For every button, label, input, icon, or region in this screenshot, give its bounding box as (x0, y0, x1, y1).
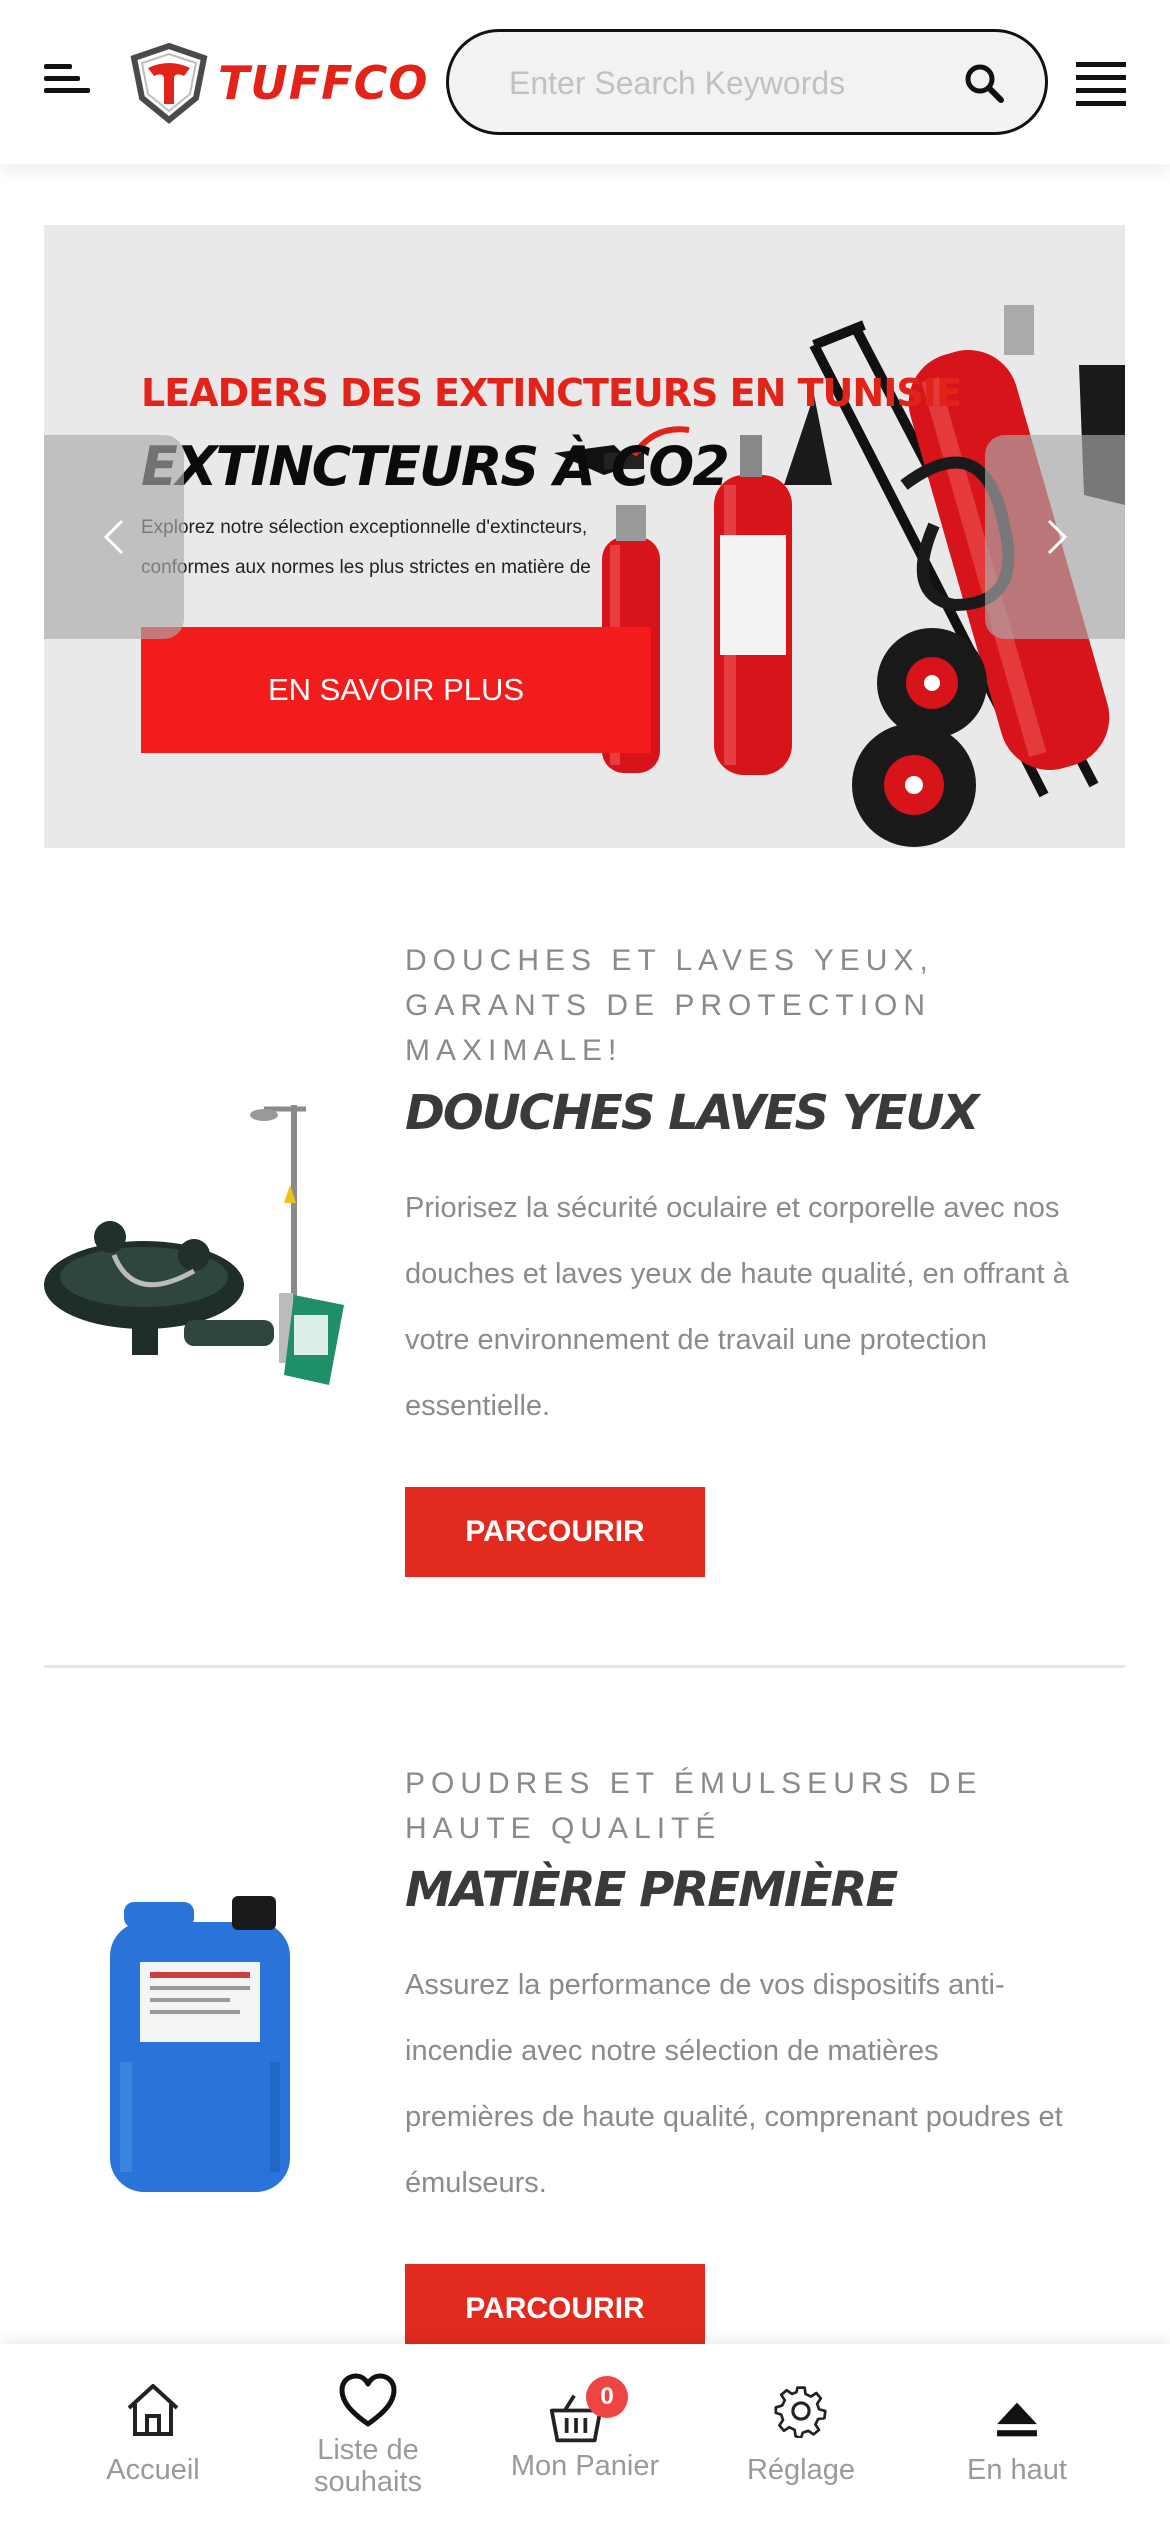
eye-wash-title: DOUCHES LAVES YEUX (405, 1085, 979, 1141)
home-icon (127, 2384, 179, 2436)
logo-wordmark: TUFFCO (218, 56, 429, 110)
eye-wash-kicker: DOUCHES ET LAVES YEUX, GARANTS DE PROTEC… (405, 944, 934, 1067)
app-header: TUFFCO (0, 0, 1170, 164)
nav-home[interactable]: Accueil (36, 2344, 270, 2532)
bottom-navigation: Accueil Liste de souhaits 0 Mon Panier R… (0, 2344, 1170, 2532)
nav-settings[interactable]: Réglage (684, 2344, 918, 2532)
slide-title: EXTINCTEURS À CO2 (141, 435, 730, 498)
tuffco-shield-icon (130, 42, 208, 124)
slider-prev-button[interactable] (44, 435, 184, 639)
eject-icon (997, 2402, 1037, 2437)
eye-wash-description: Priorisez la sécurité oculaire et corpor… (405, 1192, 1069, 1422)
search-button[interactable] (961, 60, 1009, 108)
search-input[interactable] (509, 60, 949, 106)
nav-wishlist[interactable]: Liste de souhaits (251, 2344, 485, 2532)
main-menu-button[interactable] (1076, 62, 1126, 106)
nav-home-label: Accueil (106, 2454, 200, 2486)
search-icon (965, 64, 1004, 103)
raw-material-kicker: POUDRES ET ÉMULSEURS DE HAUTE QUALITÉ (405, 1767, 983, 1845)
slider-next-button[interactable] (985, 435, 1125, 639)
nav-settings-label: Réglage (746, 2454, 856, 2486)
slide-description: Explorez notre sélection exceptionnelle … (141, 517, 591, 578)
raw-material-browse-button[interactable]: PARCOURIR (405, 2264, 705, 2354)
cart-count-badge: 0 (586, 2376, 628, 2418)
chevron-right-icon (1047, 519, 1068, 555)
nav-back-to-top-label: En haut (967, 2454, 1067, 2486)
raw-material-description: Assurez la performance de vos dispositif… (405, 1969, 1063, 2199)
nav-wishlist-label: Liste de souhaits (313, 2434, 422, 2498)
slide-kicker: LEADERS DES EXTINCTEURS EN TUNISIE (141, 371, 962, 415)
nav-cart-label: Mon Panier (510, 2450, 660, 2482)
heart-icon (339, 2373, 397, 2427)
search-bar (446, 29, 1048, 135)
hero-slider: LEADERS DES EXTINCTEURS EN TUNISIE EXTIN… (44, 225, 1125, 848)
learn-more-button[interactable]: EN SAVOIR PLUS (141, 627, 651, 753)
nav-cart[interactable]: 0 Mon Panier (468, 2344, 702, 2532)
foam-jerrycan-image (110, 1896, 290, 2192)
eye-wash-browse-button[interactable]: PARCOURIR (405, 1487, 705, 1577)
nav-back-to-top[interactable]: En haut (900, 2344, 1134, 2532)
raw-material-title: MATIÈRE PREMIÈRE (405, 1862, 898, 1918)
gear-icon (774, 2386, 827, 2438)
chevron-left-icon (103, 519, 124, 555)
section-divider (44, 1665, 1125, 1668)
tuffco-logo[interactable]: TUFFCO (128, 40, 427, 126)
side-menu-button[interactable] (44, 62, 90, 94)
eye-wash-station-image (44, 1105, 344, 1385)
